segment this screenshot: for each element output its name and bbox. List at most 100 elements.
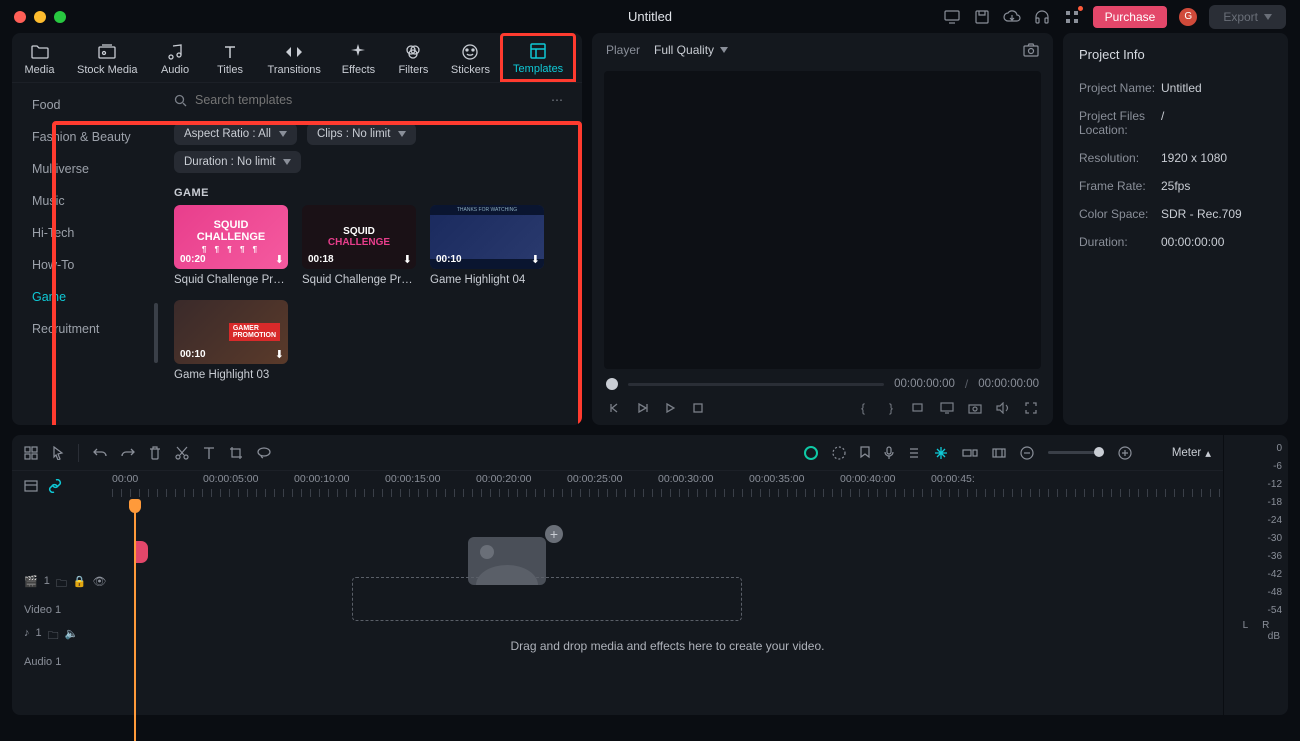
- category-fashion-beauty[interactable]: Fashion & Beauty: [12, 121, 160, 153]
- layout-icon[interactable]: [24, 446, 38, 460]
- camera-button[interactable]: [967, 402, 983, 414]
- minimize-window-button[interactable]: [34, 11, 46, 23]
- drop-zone[interactable]: [352, 577, 742, 621]
- quality-dropdown[interactable]: Full Quality: [654, 43, 728, 57]
- volume-button[interactable]: [995, 402, 1011, 414]
- crop-tool-button[interactable]: [229, 446, 243, 460]
- stock-icon: [98, 43, 116, 61]
- content-scrollbar[interactable]: [579, 223, 582, 303]
- download-icon[interactable]: ⬇: [403, 253, 412, 266]
- tab-filters[interactable]: Filters: [386, 33, 441, 82]
- timeline-toolbar: Meter ▴: [12, 435, 1223, 471]
- category-music[interactable]: Music: [12, 185, 160, 217]
- audio-mix-button[interactable]: [908, 447, 920, 459]
- pointer-icon[interactable]: [52, 446, 64, 460]
- download-icon[interactable]: ⬇: [275, 253, 284, 266]
- template-card[interactable]: GAMERPROMOTION 00:10 ⬇ Game Highlight 03: [174, 300, 288, 381]
- export-button[interactable]: Export: [1209, 5, 1286, 29]
- tab-templates[interactable]: Templates: [500, 33, 576, 82]
- playhead-marker[interactable]: [134, 541, 148, 563]
- close-window-button[interactable]: [14, 11, 26, 23]
- undo-button[interactable]: [93, 447, 107, 459]
- adjust-button[interactable]: [934, 446, 948, 460]
- prev-frame-button[interactable]: [606, 402, 622, 414]
- snapshot-icon[interactable]: [1023, 43, 1039, 57]
- cloud-icon[interactable]: [1003, 8, 1021, 26]
- speed-button[interactable]: [832, 446, 846, 460]
- fullscreen-button[interactable]: [1023, 402, 1039, 414]
- lock-icon[interactable]: 🔒: [73, 575, 87, 594]
- player-scrubber[interactable]: 00:00:00:00 / 00:00:00:00: [606, 377, 1039, 391]
- search-templates-input[interactable]: [195, 93, 543, 107]
- tab-transitions[interactable]: Transitions: [258, 33, 331, 82]
- folder-icon[interactable]: 🗀: [48, 627, 59, 646]
- zoom-slider[interactable]: [1048, 451, 1104, 454]
- scrub-handle[interactable]: [606, 378, 618, 390]
- filter-clips[interactable]: Clips : No limit: [307, 123, 416, 145]
- redo-button[interactable]: [121, 447, 135, 459]
- category-game[interactable]: Game: [12, 281, 160, 313]
- category-food[interactable]: Food: [12, 89, 160, 121]
- marker-button[interactable]: [860, 446, 870, 460]
- template-thumbnail: THANKS FOR WATCHING 00:10 ⬇: [430, 205, 544, 269]
- stop-button[interactable]: [690, 403, 706, 413]
- maximize-window-button[interactable]: [54, 11, 66, 23]
- category-multiverse[interactable]: Multiverse: [12, 153, 160, 185]
- crop-dropdown[interactable]: [911, 402, 927, 414]
- tab-stickers[interactable]: Stickers: [441, 33, 500, 82]
- record-indicator[interactable]: [804, 446, 818, 460]
- mark-in-button[interactable]: {: [855, 401, 871, 415]
- timeline-ruler[interactable]: 00:0000:00:05:0000:00:10:0000:00:15:0000…: [112, 471, 1223, 501]
- mic-button[interactable]: [884, 446, 894, 460]
- template-title: Game Highlight 04: [430, 269, 544, 286]
- purchase-button[interactable]: Purchase: [1093, 6, 1168, 28]
- group-button[interactable]: [962, 447, 978, 459]
- zoom-out-button[interactable]: [1020, 446, 1034, 460]
- category-how-to[interactable]: How-To: [12, 249, 160, 281]
- audio-track-header[interactable]: ♪1🗀🔈: [12, 623, 112, 649]
- device-icon[interactable]: [943, 8, 961, 26]
- playhead[interactable]: [134, 501, 136, 741]
- download-icon[interactable]: ⬇: [531, 253, 540, 266]
- delete-button[interactable]: [149, 446, 161, 460]
- save-icon[interactable]: [973, 8, 991, 26]
- search-more-icon[interactable]: ⋯: [551, 93, 564, 107]
- tab-audio[interactable]: Audio: [148, 33, 203, 82]
- video-track-header[interactable]: 🎬1🗀🔒👁: [12, 571, 112, 597]
- template-card[interactable]: THANKS FOR WATCHING 00:10 ⬇ Game Highlig…: [430, 205, 544, 286]
- text-tool-button[interactable]: [203, 446, 215, 460]
- tab-media[interactable]: Media: [12, 33, 67, 82]
- tab-titles[interactable]: Titles: [203, 33, 258, 82]
- tab-stock-media[interactable]: Stock Media: [67, 33, 148, 82]
- render-button[interactable]: [992, 448, 1006, 458]
- link-icon[interactable]: [48, 479, 62, 493]
- play-button[interactable]: [634, 402, 650, 414]
- display-button[interactable]: [939, 402, 955, 414]
- timeline-view-icon[interactable]: [24, 480, 38, 492]
- add-media-button[interactable]: +: [545, 525, 563, 543]
- template-card[interactable]: SQUIDCHALLENGE¶ ¶ ¶ ¶ ¶ 00:20 ⬇ Squid Ch…: [174, 205, 288, 286]
- lasso-icon[interactable]: [257, 447, 271, 459]
- mute-icon[interactable]: 🔈: [65, 627, 79, 646]
- mark-out-button[interactable]: }: [883, 401, 899, 415]
- play-forward-button[interactable]: [662, 402, 678, 414]
- filter-duration[interactable]: Duration : No limit: [174, 151, 301, 173]
- template-thumbnail: GAMERPROMOTION 00:10 ⬇: [174, 300, 288, 364]
- eye-icon[interactable]: 👁: [93, 575, 107, 594]
- category-scrollbar[interactable]: [154, 303, 158, 363]
- timeline-tracks-area[interactable]: + Drag and drop media and effects here t…: [112, 501, 1223, 715]
- template-card[interactable]: SQUIDCHALLENGE 00:18 ⬇ Squid Challenge P…: [302, 205, 416, 286]
- user-avatar[interactable]: G: [1179, 8, 1197, 26]
- tab-effects[interactable]: Effects: [331, 33, 386, 82]
- cut-button[interactable]: [175, 446, 189, 460]
- download-icon[interactable]: ⬇: [275, 348, 284, 361]
- meter-toggle[interactable]: Meter ▴: [1172, 446, 1211, 460]
- player-viewport[interactable]: [604, 71, 1041, 369]
- zoom-in-button[interactable]: [1118, 446, 1132, 460]
- category-hi-tech[interactable]: Hi-Tech: [12, 217, 160, 249]
- category-recruitment[interactable]: Recruitment: [12, 313, 160, 345]
- headphones-icon[interactable]: [1033, 8, 1051, 26]
- filter-aspect-ratio[interactable]: Aspect Ratio : All: [174, 123, 297, 145]
- folder-icon[interactable]: 🗀: [56, 575, 67, 594]
- apps-icon[interactable]: [1063, 8, 1081, 26]
